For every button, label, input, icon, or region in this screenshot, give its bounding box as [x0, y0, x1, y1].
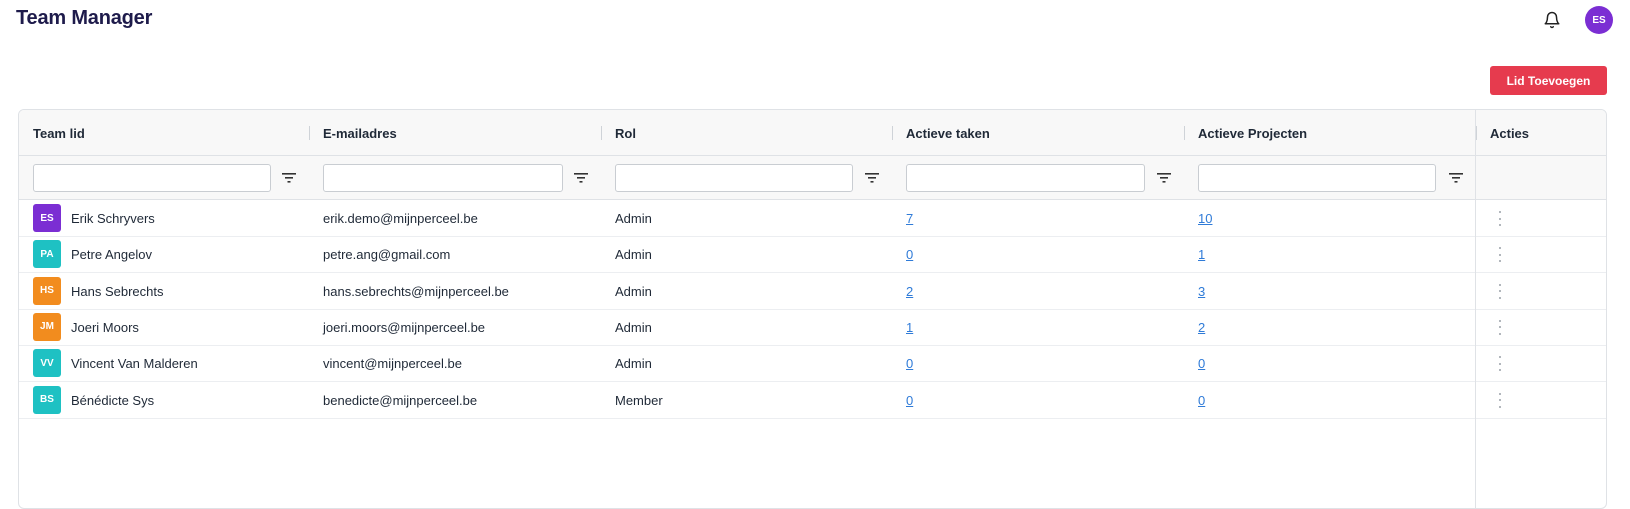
filter-icon[interactable] [573, 170, 589, 186]
column-header-team-lid[interactable]: Team lid [33, 110, 85, 156]
member-avatar: JM [33, 312, 61, 341]
table-row: HS Hans Sebrechts hans.sebrechts@mijnperce… [19, 273, 1606, 310]
kebab-menu-icon[interactable] [1495, 392, 1505, 408]
kebab-menu-icon[interactable] [1495, 283, 1505, 299]
member-name: Joeri Moors [71, 319, 139, 335]
member-name: Vincent Van Malderen [71, 356, 198, 372]
active-projects-count[interactable]: 2 [1198, 320, 1205, 335]
table-filter-row [19, 156, 1606, 200]
active-tasks-count[interactable]: 1 [906, 320, 913, 335]
column-header-email[interactable]: E-mailadres [323, 110, 397, 156]
active-tasks-count[interactable]: 0 [906, 393, 913, 408]
table-row: VV Vincent Van Malderen vincent@mijnpercee… [19, 345, 1606, 383]
user-avatar[interactable]: ES [1585, 6, 1613, 34]
member-avatar: BS [33, 385, 61, 414]
team-members-table: Team lid E-mailadres Rol Actieve taken Actie… [18, 109, 1607, 509]
active-projects-link[interactable]: 0 [1198, 345, 1205, 382]
member-name: Bénédicte Sys [71, 392, 155, 408]
active-tasks-count[interactable]: 0 [906, 247, 913, 262]
column-header-rol[interactable]: Rol [615, 110, 636, 156]
column-header-acties[interactable]: Acties [1490, 110, 1529, 156]
member-avatar: ES [33, 204, 61, 232]
active-projects-count[interactable]: 0 [1198, 393, 1205, 408]
kebab-menu-icon[interactable] [1495, 356, 1505, 372]
member-role: Admin [615, 247, 652, 263]
active-projects-count[interactable]: 0 [1198, 356, 1205, 371]
table-row: ES Erik Schryvers erik.demo@mijnperceel.be… [19, 200, 1606, 237]
active-projects-link[interactable]: 1 [1198, 236, 1205, 273]
kebab-menu-icon[interactable] [1495, 247, 1505, 263]
member-email: erik.demo@mijnperceel.be [323, 211, 478, 226]
active-projects-count[interactable]: 3 [1198, 284, 1205, 299]
member-name: Petre Angelov [71, 247, 152, 263]
add-member-button[interactable]: Lid Toevoegen [1490, 66, 1607, 95]
filter-input-rol[interactable] [615, 164, 853, 192]
active-tasks-link[interactable]: 2 [906, 273, 913, 310]
column-resize-handle[interactable] [1184, 126, 1185, 140]
active-tasks-link[interactable]: 1 [906, 309, 913, 346]
active-projects-link[interactable]: 10 [1198, 200, 1212, 237]
column-resize-handle[interactable] [1476, 126, 1477, 140]
table-row: JM Joeri Moors joeri.moors@mijnperceel.be A… [19, 309, 1606, 346]
kebab-menu-icon[interactable] [1495, 211, 1505, 226]
member-email: joeri.moors@mijnperceel.be [323, 319, 486, 335]
column-header-actieve-taken[interactable]: Actieve taken [906, 110, 990, 156]
filter-input-team-lid[interactable] [33, 164, 271, 192]
member-name: Erik Schryvers [71, 211, 155, 226]
table-row: BS Bénédicte Sys benedicte@mijnperceel.be M… [19, 382, 1606, 419]
actions-column-divider [1475, 110, 1476, 508]
member-email: hans.sebrechts@mijnperceel.be [323, 283, 509, 299]
active-tasks-link[interactable]: 0 [906, 345, 913, 382]
filter-input-actieve-projecten[interactable] [1198, 164, 1436, 192]
active-tasks-link[interactable]: 0 [906, 236, 913, 273]
active-projects-link[interactable]: 3 [1198, 273, 1205, 310]
active-projects-link[interactable]: 2 [1198, 309, 1205, 346]
active-projects-link[interactable]: 0 [1198, 382, 1205, 419]
member-role: Admin [615, 319, 652, 335]
bell-icon[interactable] [1541, 9, 1563, 31]
table-header-row: Team lid E-mailadres Rol Actieve taken Actie… [19, 110, 1606, 156]
member-email: benedicte@mijnperceel.be [323, 392, 478, 408]
member-role: Admin [615, 211, 652, 226]
member-email: vincent@mijnperceel.be [323, 356, 462, 372]
table-row: PA Petre Angelov petre.ang@gmail.com Admin 0… [19, 236, 1606, 274]
member-avatar: VV [33, 349, 61, 378]
filter-icon[interactable] [1156, 170, 1172, 186]
filter-icon[interactable] [1448, 170, 1464, 186]
member-avatar: HS [33, 276, 61, 305]
column-header-actieve-projecten[interactable]: Actieve Projecten [1198, 110, 1307, 156]
filter-icon[interactable] [864, 170, 880, 186]
active-projects-count[interactable]: 1 [1198, 247, 1205, 262]
filter-input-actieve-taken[interactable] [906, 164, 1145, 192]
active-tasks-count[interactable]: 0 [906, 356, 913, 371]
column-resize-handle[interactable] [892, 126, 893, 140]
active-tasks-count[interactable]: 7 [906, 211, 913, 226]
active-tasks-count[interactable]: 2 [906, 284, 913, 299]
member-email: petre.ang@gmail.com [323, 247, 451, 263]
column-resize-handle[interactable] [309, 126, 310, 140]
member-role: Member [615, 392, 663, 408]
filter-input-email[interactable] [323, 164, 563, 192]
member-avatar: PA [33, 240, 61, 269]
member-name: Hans Sebrechts [71, 283, 164, 299]
kebab-menu-icon[interactable] [1495, 319, 1505, 335]
member-role: Admin [615, 356, 652, 372]
active-projects-count[interactable]: 10 [1198, 211, 1212, 226]
member-role: Admin [615, 283, 652, 299]
active-tasks-link[interactable]: 7 [906, 200, 913, 237]
app-title: Team Manager [16, 7, 153, 29]
active-tasks-link[interactable]: 0 [906, 382, 913, 419]
filter-icon[interactable] [281, 170, 297, 186]
column-resize-handle[interactable] [601, 126, 602, 140]
